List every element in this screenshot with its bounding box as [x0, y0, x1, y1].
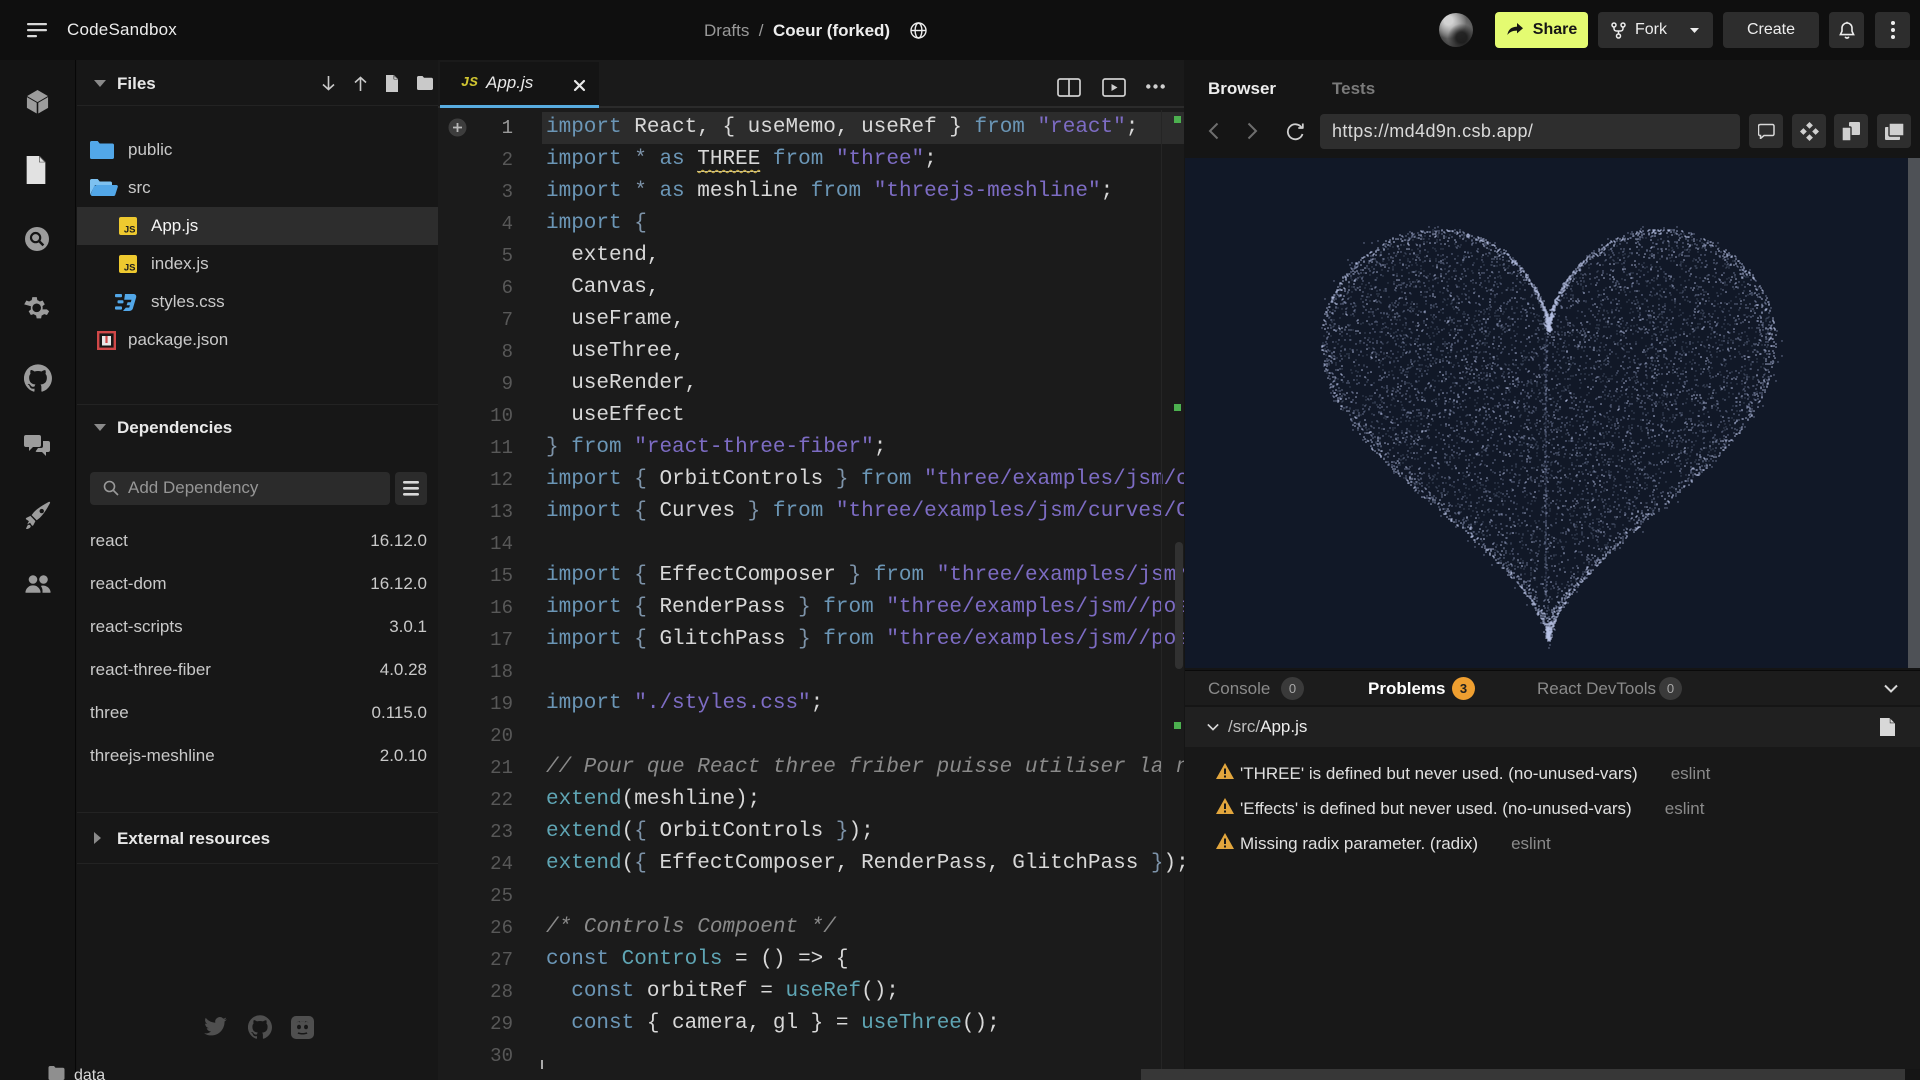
svg-text:JS: JS [124, 225, 136, 236]
svg-text:JS: JS [124, 263, 136, 274]
